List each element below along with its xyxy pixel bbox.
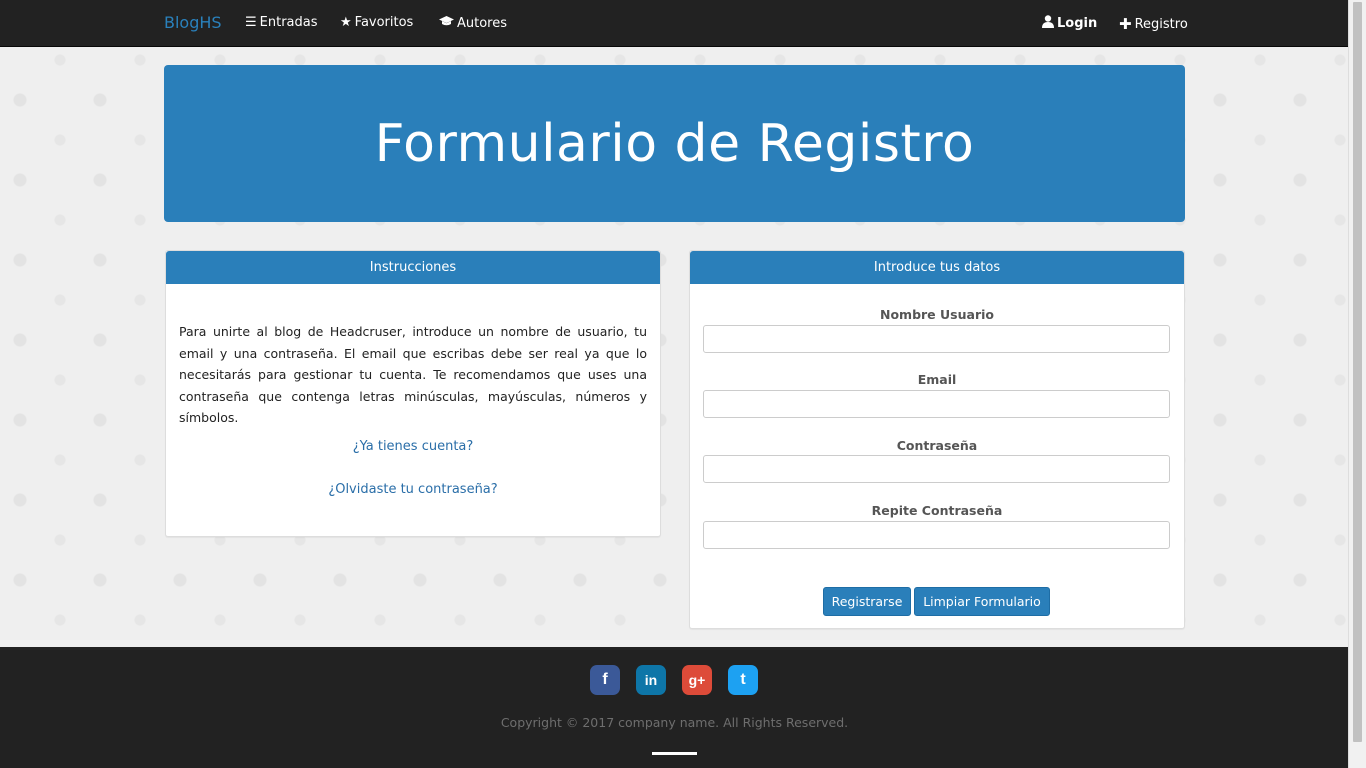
facebook-icon[interactable]: f (590, 665, 620, 695)
username-label: Nombre Usuario (880, 307, 994, 322)
nav-login[interactable]: Login (1042, 15, 1097, 32)
nav-autores-label: Autores (457, 15, 508, 31)
twitter-glyph: t (740, 671, 746, 688)
footer: f in g+ t Copyright © 2017 company name.… (0, 647, 1349, 768)
nav-favoritos-label: Favoritos (354, 15, 414, 30)
email-label: Email (917, 372, 957, 387)
scrollbar-thumb[interactable] (1353, 2, 1362, 742)
instructions-text: Para unirte al blog de Headcruser, intro… (179, 324, 647, 425)
twitter-icon[interactable]: t (728, 665, 758, 695)
brand-link[interactable]: BlogHS (164, 13, 222, 32)
username-input[interactable] (703, 325, 1170, 353)
user-icon (1042, 15, 1054, 32)
instructions-heading: Instrucciones (166, 251, 660, 284)
reset-form-button[interactable]: Limpiar Formulario (914, 587, 1050, 616)
star-icon: ★ (340, 15, 352, 30)
google-plus-glyph: g+ (688, 672, 706, 688)
nav-registro-label: Registro (1134, 16, 1188, 32)
nav-registro[interactable]: ✚ Registro (1119, 15, 1188, 33)
register-button[interactable]: Registrarse (823, 587, 911, 616)
nav-entradas-label: Entradas (259, 15, 318, 30)
navbar: BlogHS ☰ Entradas ★ Favoritos Autores Lo… (0, 0, 1349, 47)
repeat-password-label: Repite Contraseña (871, 503, 1003, 518)
linkedin-glyph: in (644, 672, 658, 688)
plus-icon: ✚ (1119, 15, 1132, 33)
form-heading: Introduce tus datos (690, 251, 1184, 284)
repeat-password-input[interactable] (703, 521, 1170, 549)
page-title: Formulario de Registro (374, 113, 975, 174)
email-input[interactable] (703, 390, 1170, 418)
jumbotron: Formulario de Registro (164, 65, 1185, 222)
graduation-cap-icon (439, 15, 454, 31)
password-label: Contraseña (896, 438, 978, 453)
page: BlogHS ☰ Entradas ★ Favoritos Autores Lo… (0, 0, 1349, 768)
nav-entradas[interactable]: ☰ Entradas (245, 15, 318, 30)
linkedin-icon[interactable]: in (636, 665, 666, 695)
google-plus-icon[interactable]: g+ (682, 665, 712, 695)
copyright-text: Copyright © 2017 company name. All Right… (500, 715, 849, 730)
nav-autores[interactable]: Autores (439, 15, 507, 31)
password-input[interactable] (703, 455, 1170, 483)
footer-divider (652, 752, 697, 755)
list-icon: ☰ (245, 15, 257, 30)
vertical-scrollbar[interactable] (1348, 0, 1366, 768)
nav-login-label: Login (1057, 16, 1098, 31)
facebook-glyph: f (602, 671, 608, 688)
forgot-password-link[interactable]: ¿Olvidaste tu contraseña? (166, 482, 660, 497)
have-account-link[interactable]: ¿Ya tienes cuenta? (166, 439, 660, 454)
nav-favoritos[interactable]: ★ Favoritos (340, 15, 413, 30)
instructions-panel: Instrucciones Para unirte al blog de Hea… (165, 250, 661, 537)
registration-form-panel: Introduce tus datos Nombre Usuario Email… (689, 250, 1185, 629)
